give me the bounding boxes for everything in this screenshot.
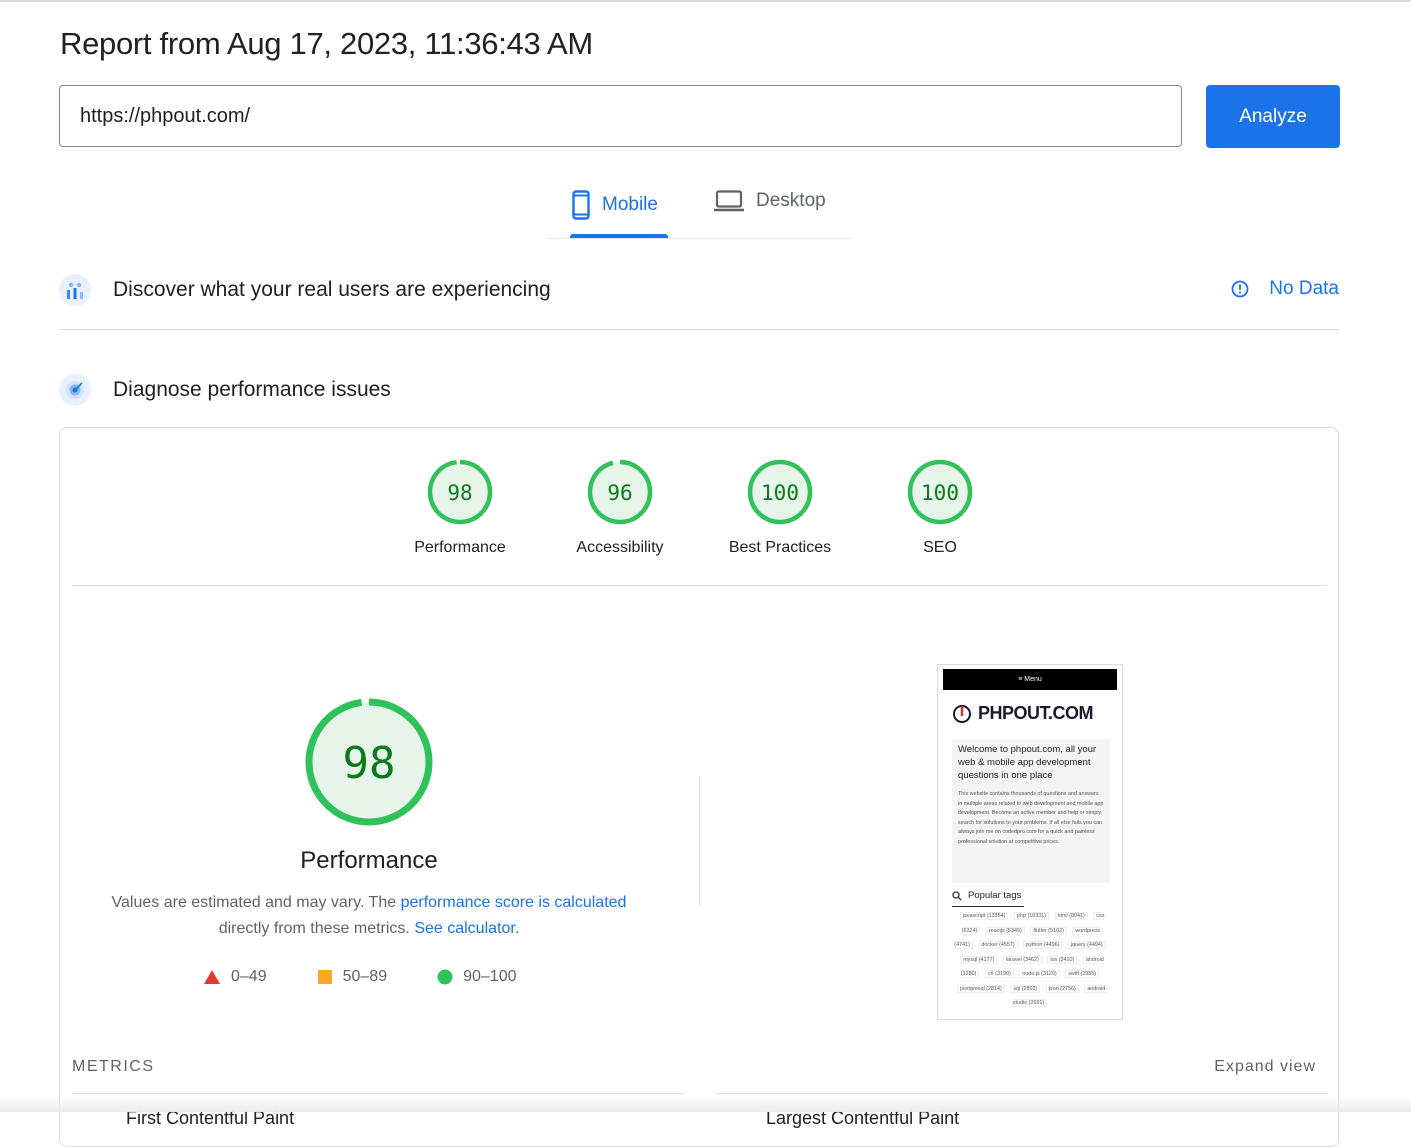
screenshot-tag: mysql (4177) bbox=[960, 955, 998, 964]
page-screenshot-thumbnail: ≡ Menu PHPOUT.COM Welcome to phpout.com,… bbox=[937, 664, 1123, 1020]
screenshot-menu-bar: ≡ Menu bbox=[943, 669, 1117, 690]
url-input[interactable] bbox=[60, 86, 1160, 146]
score-value: 100 bbox=[921, 481, 959, 505]
top-border bbox=[0, 0, 1411, 2]
real-users-title: Discover what your real users are experi… bbox=[113, 278, 551, 301]
tags-underline bbox=[952, 906, 1024, 907]
no-data-label: No Data bbox=[1269, 278, 1339, 299]
vertical-divider bbox=[699, 776, 700, 906]
screenshot-tag: jquery (4494) bbox=[1067, 941, 1106, 949]
score-ring: 100 bbox=[747, 459, 813, 525]
screenshot-tag: swift (2955) bbox=[1065, 970, 1100, 978]
score-label: SEO bbox=[923, 539, 957, 556]
screenshot-tag: node.js (3120) bbox=[1019, 970, 1060, 978]
screenshot-logo: PHPOUT.COM bbox=[952, 703, 1094, 724]
screenshot-tag: postgresql (2814) bbox=[956, 984, 1005, 993]
score-label: Best Practices bbox=[728, 539, 832, 556]
url-field[interactable] bbox=[59, 85, 1182, 147]
screenshot-tags-label: Popular tags bbox=[968, 890, 1022, 901]
see-calculator-link[interactable]: See calculator bbox=[414, 920, 515, 937]
screenshot-welcome-box: Welcome to phpout.com, all your web & mo… bbox=[952, 739, 1110, 883]
score-ring: 98 bbox=[427, 459, 493, 525]
score-gauge-seo[interactable]: 100 SEO bbox=[860, 458, 1020, 557]
screenshot-logo-text: PHPOUT.COM bbox=[978, 703, 1094, 723]
crux-chart-icon bbox=[59, 274, 91, 306]
score-ring: 100 bbox=[907, 459, 973, 525]
score-gauge-performance[interactable]: 98 Performance bbox=[380, 458, 540, 557]
screenshot-tag: flutter (5102) bbox=[1030, 926, 1067, 935]
screenshot-tag-list: javascript (13354) php (10331) html (804… bbox=[952, 909, 1110, 1011]
section-divider bbox=[59, 329, 1339, 330]
screenshot-tag: javascript (13354) bbox=[959, 912, 1009, 920]
bottom-fade bbox=[0, 1096, 1411, 1112]
legend-pass: 90–100 bbox=[437, 968, 516, 986]
lighthouse-report-card: 98 Performance 96 Accessibility 100 Best… bbox=[59, 427, 1339, 1147]
score-ring: 96 bbox=[587, 459, 653, 525]
card-divider bbox=[72, 585, 1327, 586]
report-title: Report from Aug 17, 2023, 11:36:43 AM bbox=[60, 26, 593, 61]
screenshot-tag: ios (3410) bbox=[1047, 955, 1078, 964]
triangle-icon bbox=[204, 970, 220, 984]
score-value: 96 bbox=[607, 481, 632, 505]
score-value: 100 bbox=[761, 481, 799, 505]
desc-text: directly from these metrics. bbox=[218, 920, 415, 937]
screenshot-welcome-heading: Welcome to phpout.com, all your web & mo… bbox=[958, 744, 1097, 781]
score-gauge-accessibility[interactable]: 96 Accessibility bbox=[540, 458, 700, 557]
legend-average: 50–89 bbox=[317, 968, 388, 986]
phpout-logo-icon bbox=[953, 704, 971, 723]
score-gauge-best-practices[interactable]: 100 Best Practices bbox=[700, 458, 860, 557]
lighthouse-icon bbox=[59, 374, 91, 406]
legend-range: 0–49 bbox=[231, 968, 267, 985]
screenshot-tag: laravel (3462) bbox=[1002, 955, 1042, 964]
info-icon bbox=[1231, 280, 1249, 298]
screenshot-tag: python (4496) bbox=[1023, 941, 1063, 949]
legend-range: 50–89 bbox=[342, 968, 388, 985]
score-legend: 0–49 50–89 90–100 bbox=[203, 968, 566, 986]
score-value: 98 bbox=[447, 481, 472, 505]
device-tabs: Mobile Desktop bbox=[546, 178, 852, 239]
score-calculation-link[interactable]: performance score is calculated bbox=[401, 894, 627, 911]
screenshot-tags-title: Popular tags bbox=[952, 890, 1024, 907]
performance-description: Values are estimated and may vary. The p… bbox=[90, 890, 648, 942]
square-icon bbox=[317, 970, 332, 984]
metric-divider-left bbox=[72, 1093, 684, 1094]
tab-desktop[interactable]: Desktop bbox=[714, 190, 826, 212]
diagnose-section: Diagnose performance issues bbox=[59, 370, 1339, 410]
performance-title: Performance bbox=[300, 847, 438, 874]
circle-icon bbox=[437, 969, 453, 985]
tab-mobile-label: Mobile bbox=[602, 194, 658, 215]
screenshot-body-text: This website contains thousands of quest… bbox=[958, 791, 1104, 845]
search-icon bbox=[952, 890, 962, 901]
active-tab-indicator bbox=[570, 234, 668, 238]
screenshot-tag: php (10331) bbox=[1013, 912, 1050, 920]
score-label: Accessibility bbox=[576, 539, 664, 556]
screenshot-tag: json (2756) bbox=[1045, 984, 1079, 993]
analyze-button[interactable]: Analyze bbox=[1206, 85, 1340, 148]
tab-desktop-label: Desktop bbox=[756, 190, 826, 211]
score-label: Performance bbox=[414, 539, 506, 556]
legend-range: 90–100 bbox=[463, 968, 517, 985]
diagnose-title: Diagnose performance issues bbox=[113, 378, 391, 401]
screenshot-tag: c# (3190) bbox=[984, 970, 1014, 978]
screenshot-tag: docker (4557) bbox=[978, 941, 1018, 949]
desc-text: Values are estimated and may vary. The bbox=[111, 894, 401, 911]
real-users-section: Discover what your real users are experi… bbox=[59, 270, 1339, 310]
screenshot-tag: reactjs (5349) bbox=[985, 926, 1025, 935]
legend-fail: 0–49 bbox=[203, 968, 267, 986]
smartphone-icon bbox=[572, 190, 590, 220]
metric-divider-right bbox=[716, 1093, 1328, 1094]
tab-mobile[interactable]: Mobile bbox=[572, 190, 658, 220]
no-data-link[interactable]: No Data bbox=[1231, 278, 1339, 300]
expand-view-button[interactable]: Expand view bbox=[1214, 1058, 1316, 1076]
desc-text: . bbox=[514, 920, 520, 937]
metrics-heading: METRICS bbox=[72, 1058, 155, 1075]
screenshot-tag: sql (2803) bbox=[1010, 984, 1041, 993]
performance-score-value: 98 bbox=[343, 738, 396, 789]
performance-big-gauge: 98 bbox=[305, 698, 433, 826]
screenshot-tag: html (8041) bbox=[1054, 912, 1088, 920]
laptop-icon bbox=[714, 190, 744, 212]
